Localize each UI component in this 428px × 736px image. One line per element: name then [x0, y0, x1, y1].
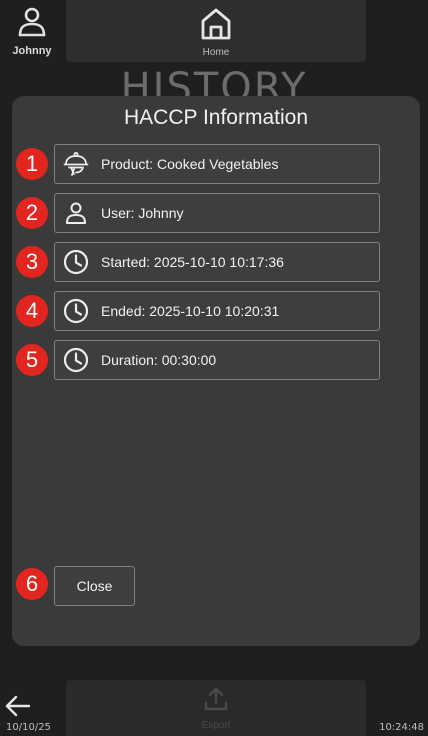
user-name: Johnny	[12, 45, 52, 57]
export-label: Export	[201, 720, 231, 731]
page-title: HISTORY	[120, 66, 308, 98]
home-icon	[198, 4, 234, 47]
home-button[interactable]: Home	[66, 0, 366, 62]
ended-text: Ended: 2025-10-10 10:20:31	[101, 303, 280, 319]
duration-row: Duration: 00:30:00	[54, 340, 380, 380]
step-badge-3: 3	[16, 246, 48, 278]
footer-date: 10/10/25	[6, 722, 51, 733]
upload-icon	[202, 685, 230, 718]
product-row: Product: Cooked Vegetables	[54, 144, 380, 184]
started-row: Started: 2025-10-10 10:17:36	[54, 242, 380, 282]
started-text: Started: 2025-10-10 10:17:36	[101, 254, 284, 270]
step-badge-5: 5	[16, 344, 48, 376]
clock-icon	[63, 249, 89, 275]
step-badge-2: 2	[16, 197, 48, 229]
user-profile[interactable]: Johnny	[0, 0, 64, 64]
user-text: User: Johnny	[101, 205, 184, 221]
user-icon	[63, 200, 89, 226]
arrow-left-icon	[4, 695, 32, 722]
haccp-info-dialog: HACCP Information 1 Product: Cooked Vege…	[12, 96, 420, 646]
clock-icon	[63, 298, 89, 324]
clock-icon	[63, 347, 89, 373]
footer-time: 10:24:48	[379, 722, 424, 733]
step-badge-6: 6	[16, 568, 48, 600]
close-button[interactable]: Close	[54, 566, 135, 606]
step-badge-4: 4	[16, 295, 48, 327]
product-text: Product: Cooked Vegetables	[101, 156, 279, 172]
export-button[interactable]: Export	[66, 680, 366, 736]
food-cloche-icon	[63, 151, 89, 177]
dialog-title: HACCP Information	[123, 106, 309, 129]
user-row: User: Johnny	[54, 193, 380, 233]
duration-text: Duration: 00:30:00	[101, 352, 217, 368]
ended-row: Ended: 2025-10-10 10:20:31	[54, 291, 380, 331]
user-icon	[14, 4, 50, 45]
back-button[interactable]	[4, 694, 36, 722]
step-badge-1: 1	[16, 148, 48, 180]
home-label: Home	[202, 47, 230, 58]
